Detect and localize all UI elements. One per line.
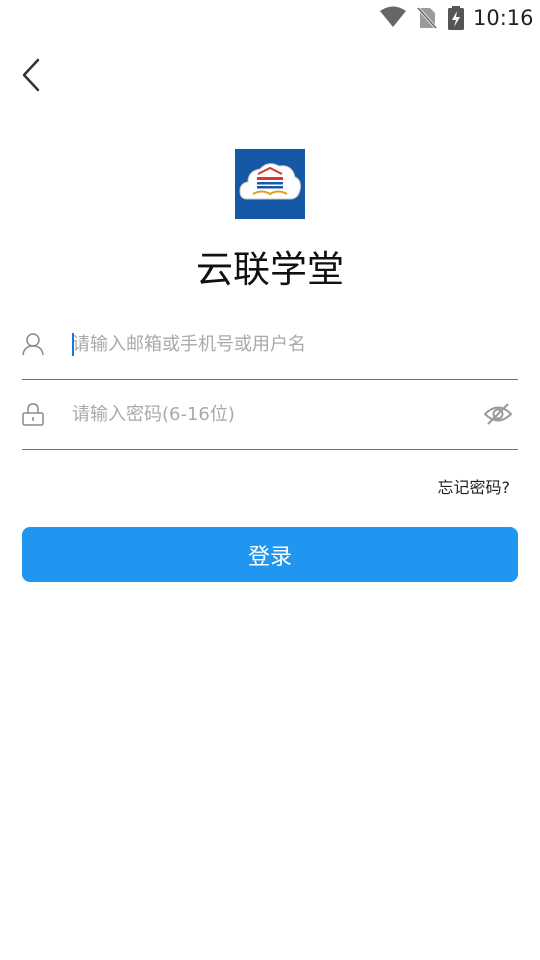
status-bar: 10:16 — [0, 0, 540, 36]
login-screen: 10:16 云联学堂 请输入邮箱或手机号或用户名 忘记密码? 登录 — [0, 0, 540, 960]
password-input[interactable] — [72, 399, 462, 429]
app-logo — [235, 149, 305, 219]
username-input[interactable] — [72, 329, 462, 359]
lock-icon — [22, 403, 44, 426]
forgot-password-link[interactable]: 忘记密码? — [438, 477, 511, 499]
login-button[interactable]: 登录 — [22, 527, 518, 582]
text-cursor — [72, 333, 74, 356]
back-arrow-icon — [22, 58, 40, 92]
eye-off-icon — [483, 403, 513, 425]
status-time: 10:16 — [473, 6, 534, 30]
username-field — [22, 309, 518, 380]
back-button[interactable] — [14, 56, 50, 94]
password-visibility-toggle[interactable] — [483, 402, 513, 426]
user-icon — [22, 333, 44, 356]
app-title: 云联学堂 — [196, 248, 344, 291]
wifi-icon — [380, 6, 406, 27]
battery-charging-icon — [448, 6, 464, 30]
password-field — [22, 379, 518, 450]
no-sim-icon — [417, 6, 437, 30]
